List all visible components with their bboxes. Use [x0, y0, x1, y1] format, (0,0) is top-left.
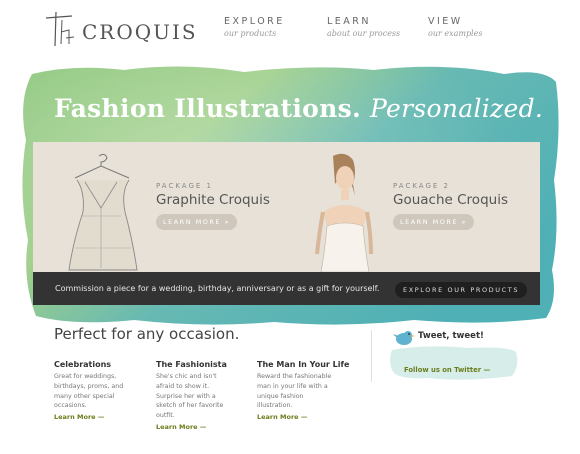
celebrations-learn-more-link[interactable]: Learn More —	[54, 413, 144, 421]
twitter-heading: Tweet, tweet!	[418, 331, 484, 341]
description-line: sketch of her favorite	[156, 402, 224, 410]
occasion-title: Celebrations	[54, 360, 112, 369]
nav-learn-subtitle: about our process	[327, 29, 401, 38]
follow-twitter-link[interactable]: Follow us on Twitter —	[404, 366, 490, 374]
blouse-sketch-image	[68, 153, 138, 271]
nav-learn-label: LEARN	[327, 16, 372, 27]
twitter-watercolor-wash	[390, 346, 518, 380]
site-logo[interactable]: CROQUIS	[42, 8, 196, 48]
section-divider	[371, 330, 372, 382]
hero-title: Fashion Illustrations. Personalized.	[54, 94, 543, 123]
logo-wordmark: CROQUIS	[82, 20, 198, 44]
package-gouache: PACKAGE 2 Gouache Croquis LEARN MORE »	[393, 182, 508, 230]
occasion-fashionista: The Fashionista She's chic and isn't afr…	[156, 360, 246, 431]
occasion-description: Reward the fashionable man in your life …	[257, 372, 347, 411]
package-2-label: PACKAGE 2	[393, 182, 450, 190]
man-learn-more-link[interactable]: Learn More —	[257, 413, 347, 421]
occasion-man-in-your-life: The Man In Your Life Reward the fashiona…	[257, 360, 350, 421]
nav-view-label: VIEW	[428, 16, 463, 27]
occasion-description: She's chic and isn't afraid to show it. …	[156, 372, 246, 421]
package-2-name: Gouache Croquis	[393, 192, 508, 208]
description-line: many other special	[54, 392, 115, 400]
occasion-celebrations: Celebrations Great for weddings, birthda…	[54, 360, 144, 421]
description-line: man in your life with a	[257, 382, 328, 390]
package-1-label: PACKAGE 1	[156, 182, 213, 190]
logo-monogram	[45, 11, 75, 47]
description-line: outfit.	[156, 412, 175, 420]
occasion-title: The Fashionista	[156, 360, 227, 369]
occasion-description: Great for weddings, birthdays, proms, an…	[54, 372, 144, 411]
occasion-title: The Man In Your Life	[257, 360, 350, 369]
packages-panel: PACKAGE 1 Graphite Croquis LEARN MORE » …	[33, 142, 540, 272]
nav-explore-subtitle: our products	[224, 29, 277, 38]
description-line: occasions.	[54, 402, 87, 410]
commission-text: Commission a piece for a wedding, birthd…	[55, 284, 380, 293]
package-graphite: PACKAGE 1 Graphite Croquis LEARN MORE »	[156, 182, 270, 230]
site-header: CROQUIS EXPLORE our products LEARN about…	[0, 0, 580, 56]
description-line: Great for weddings,	[54, 373, 117, 380]
description-line: Reward the fashionable	[257, 373, 332, 380]
nav-explore[interactable]: EXPLORE our products	[224, 16, 285, 38]
hero-title-bold: Fashion Illustrations.	[54, 94, 362, 123]
nav-view-subtitle: our examples	[428, 29, 483, 38]
twitter-bird-icon[interactable]	[393, 328, 415, 348]
description-line: Surprise her with a	[156, 392, 216, 400]
description-line: afraid to show it.	[156, 382, 210, 390]
description-line: She's chic and isn't	[156, 373, 217, 380]
package-1-name: Graphite Croquis	[156, 192, 270, 208]
nav-explore-label: EXPLORE	[224, 16, 285, 27]
description-line: unique fashion	[257, 392, 304, 400]
nav-learn[interactable]: LEARN about our process	[327, 16, 400, 38]
fashionista-learn-more-link[interactable]: Learn More —	[156, 423, 246, 431]
nav-view[interactable]: VIEW our examples	[428, 16, 482, 38]
commission-bar: Commission a piece for a wedding, birthd…	[33, 272, 540, 305]
hero-title-italic: Personalized.	[370, 94, 544, 123]
occasions-heading: Perfect for any occasion.	[54, 325, 240, 343]
package-1-learn-more-button[interactable]: LEARN MORE »	[156, 214, 238, 230]
description-line: illustration.	[257, 402, 293, 410]
gouache-figure-image	[315, 153, 373, 272]
description-line: birthdays, proms, and	[54, 382, 124, 390]
package-2-learn-more-button[interactable]: LEARN MORE »	[393, 214, 475, 230]
explore-products-button[interactable]: EXPLORE OUR PRODUCTS	[395, 282, 528, 298]
